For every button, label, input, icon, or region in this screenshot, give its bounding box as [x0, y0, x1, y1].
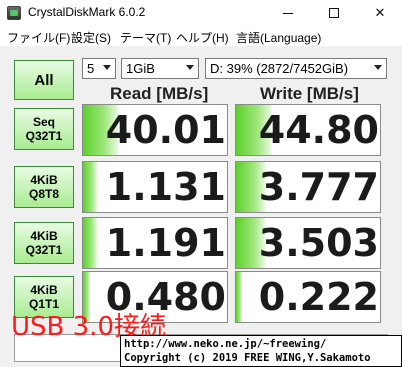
test-label-line2: Q8T8 — [28, 187, 59, 201]
app-icon — [7, 6, 21, 20]
menu-bar: ファイル(F) 設定(S) テーマ(T) ヘルプ(H) 言語(Language) — [0, 26, 402, 47]
read-value: 40.01 — [105, 108, 226, 152]
write-header: Write [MB/s] — [260, 84, 359, 103]
menu-language[interactable]: 言語(Language) — [236, 29, 321, 46]
chevron-down-icon — [374, 65, 382, 70]
menu-file[interactable]: ファイル(F) — [7, 29, 70, 46]
chevron-down-icon — [186, 65, 194, 70]
write-result-4kib-q8t8: 3.777 — [235, 161, 381, 213]
test-count-select[interactable]: 5 — [82, 58, 116, 79]
read-value: 1.191 — [105, 221, 226, 265]
maximize-icon — [329, 8, 339, 18]
menu-help[interactable]: ヘルプ(H) — [176, 29, 229, 46]
copyright-url: http://www.neko.ne.jp/~freewing/ — [124, 338, 327, 350]
minimize-icon — [283, 12, 293, 14]
test-button-4kib-q8t8[interactable]: 4KiB Q8T8 — [14, 166, 74, 208]
drive-value: D: 39% (2872/7452GiB) — [210, 61, 349, 76]
chevron-down-icon — [103, 65, 111, 70]
drive-select[interactable]: D: 39% (2872/7452GiB) — [205, 58, 387, 79]
test-label-line1: Seq — [32, 115, 55, 129]
window-title: CrystalDiskMark 6.0.2 — [28, 5, 146, 19]
test-label-line1: 4KiB — [30, 173, 58, 187]
read-result-4kib-q32t1: 1.191 — [82, 217, 228, 269]
copyright-text: Copyright (c) 2019 FREE WING,Y.Sakamoto — [124, 352, 371, 364]
test-size-select[interactable]: 1GiB — [121, 58, 199, 79]
test-count-value: 5 — [87, 61, 95, 76]
test-label-line2: Q32T1 — [25, 129, 63, 143]
close-button[interactable]: ✕ — [358, 0, 402, 26]
test-label-line2: Q32T1 — [25, 243, 63, 257]
close-icon: ✕ — [374, 5, 386, 20]
test-button-4kib-q32t1[interactable]: 4KiB Q32T1 — [14, 222, 74, 264]
title-bar: CrystalDiskMark 6.0.2 ✕ — [0, 0, 402, 26]
minimize-button[interactable] — [266, 0, 310, 26]
write-value: 3.777 — [258, 165, 379, 209]
test-label-line1: 4KiB — [30, 283, 58, 297]
write-value: 3.503 — [258, 221, 379, 265]
read-header: Read [MB/s] — [110, 84, 209, 103]
copyright-notice: http://www.neko.ne.jp/~freewing/ Copyrig… — [120, 335, 402, 367]
test-button-seq-q32t1[interactable]: Seq Q32T1 — [14, 108, 74, 150]
menu-theme[interactable]: テーマ(T) — [120, 29, 171, 46]
test-label-line1: 4KiB — [30, 229, 58, 243]
write-value: 0.222 — [258, 275, 379, 319]
write-result-4kib-q32t1: 3.503 — [235, 217, 381, 269]
write-result-seq-q32t1: 44.80 — [235, 104, 381, 156]
read-result-seq-q32t1: 40.01 — [82, 104, 228, 156]
all-button[interactable]: All — [14, 60, 74, 100]
read-value: 1.131 — [105, 165, 226, 209]
maximize-button[interactable] — [312, 0, 356, 26]
write-result-4kib-q1t1: 0.222 — [235, 271, 381, 323]
test-size-value: 1GiB — [126, 61, 155, 76]
read-result-4kib-q8t8: 1.131 — [82, 161, 228, 213]
write-value: 44.80 — [258, 108, 379, 152]
menu-settings[interactable]: 設定(S) — [71, 29, 111, 46]
